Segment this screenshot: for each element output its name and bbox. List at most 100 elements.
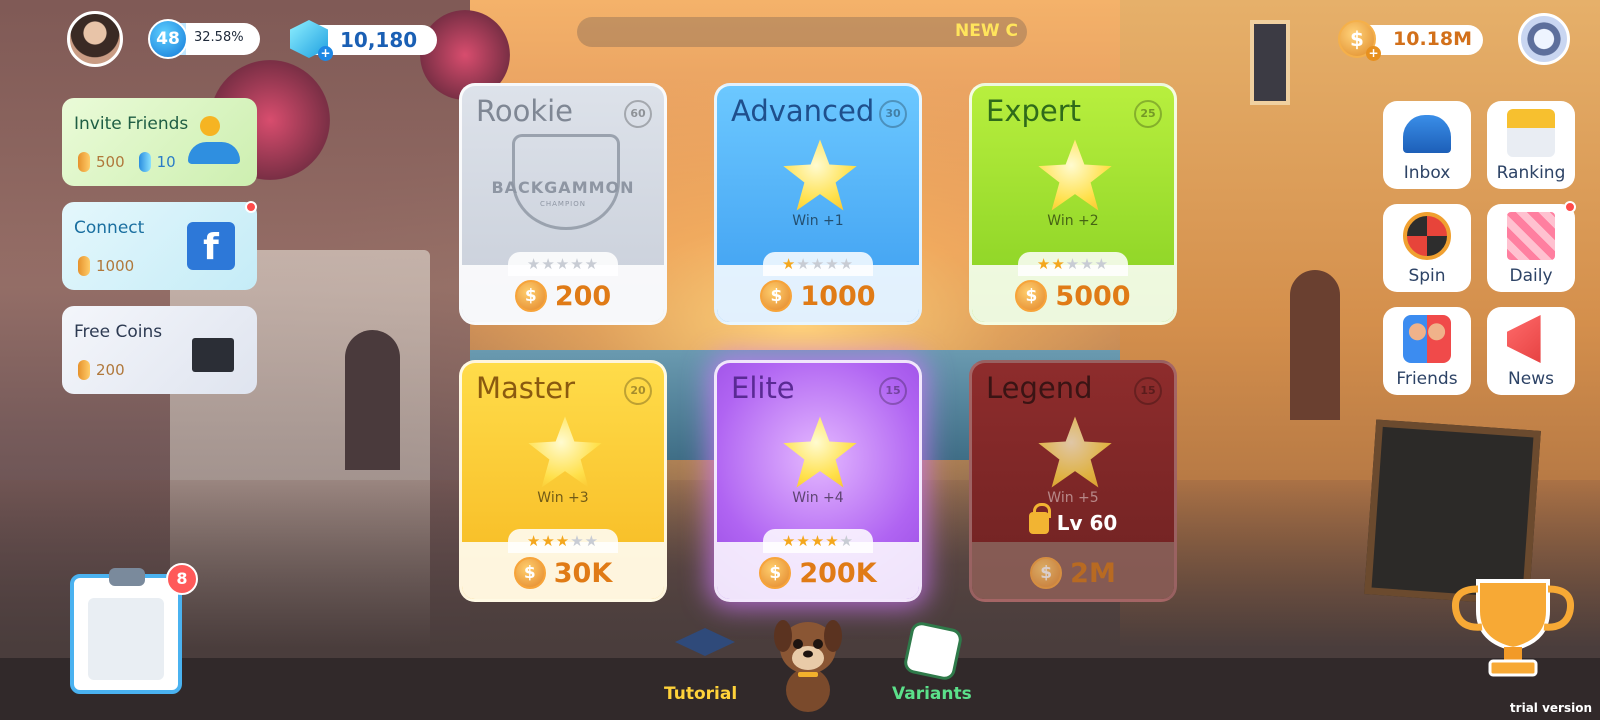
star-filled-icon: ★ — [796, 532, 811, 550]
spin-label: Spin — [1408, 266, 1446, 286]
star-filled-icon: ★ — [541, 532, 556, 550]
invite-rewards: 500 10 — [78, 152, 176, 172]
entry-fee-amount: 2M — [1070, 557, 1116, 589]
tasks-count-badge: 8 — [166, 563, 198, 595]
coin-icon — [78, 360, 90, 380]
coin-icon: $ — [514, 280, 547, 312]
variants-button[interactable]: Variants — [892, 684, 972, 704]
add-gems-icon[interactable]: + — [318, 46, 333, 61]
star-empty-icon: ★ — [526, 255, 542, 273]
star-filled-icon: ★ — [555, 532, 571, 550]
star-filled-icon: ★ — [526, 532, 542, 550]
inbox-button[interactable]: Inbox — [1383, 101, 1471, 189]
room-title: Elite — [731, 371, 795, 405]
star-empty-icon: ★ — [584, 255, 600, 273]
mailbox-icon — [1403, 115, 1451, 153]
room-card-expert[interactable]: Expert 25 Win +2 ★★★★★ $5000 — [969, 83, 1177, 325]
star-empty-icon: ★ — [570, 532, 585, 550]
star-empty-icon: ★ — [1080, 255, 1095, 273]
room-title: Expert — [986, 94, 1082, 128]
room-title: Advanced — [731, 94, 875, 128]
difficulty-stars: ★★★★★ — [763, 252, 873, 276]
entry-fee-amount: 5000 — [1055, 280, 1131, 312]
news-ticker-text: NEW C — [955, 21, 1018, 41]
daily-button[interactable]: Daily — [1487, 204, 1575, 292]
coin-icon — [78, 152, 90, 172]
dog-mascot[interactable] — [771, 610, 845, 714]
spin-button[interactable]: Spin — [1383, 204, 1471, 292]
dice-icon[interactable] — [905, 623, 961, 679]
entry-fee-amount: 200 — [554, 280, 612, 312]
entry-fee: $200K — [717, 557, 919, 589]
trophy-icon[interactable] — [1446, 575, 1580, 685]
star-empty-icon: ★ — [810, 255, 826, 273]
friends-label: Friends — [1396, 369, 1458, 389]
facebook-icon: f — [187, 222, 235, 270]
left-door — [345, 330, 400, 470]
tasks-clipboard-button[interactable] — [70, 568, 182, 694]
star-icon — [1038, 139, 1112, 211]
entry-fee: $1000 — [717, 280, 919, 312]
free-coins-panel[interactable]: Free Coins 200 — [62, 306, 257, 394]
entry-fee: $30K — [462, 557, 664, 589]
win-reward: Win +3 — [537, 490, 589, 506]
lock-level: Lv 60 — [1056, 511, 1118, 535]
video-clapper-icon — [192, 338, 234, 372]
friends-button[interactable]: Friends — [1383, 307, 1471, 395]
coin-amount: 10.18M — [1393, 28, 1473, 50]
gift-box-icon — [1507, 212, 1555, 260]
ranking-label: Ranking — [1496, 163, 1566, 183]
lock-icon — [1028, 503, 1051, 534]
invite-coin-reward: 500 — [96, 153, 125, 171]
entry-fee-amount: 1000 — [800, 280, 876, 312]
spin-wheel-icon — [1403, 212, 1451, 260]
connect-rewards: 1000 — [78, 256, 134, 276]
room-card-master[interactable]: Master 20 Win +3 ★★★★★ $30K — [459, 360, 667, 602]
free-coins-rewards: 200 — [78, 360, 125, 380]
right-window — [1250, 20, 1290, 105]
star-filled-icon: ★ — [825, 532, 840, 550]
tutorial-button[interactable]: Tutorial — [664, 684, 737, 704]
star-icon — [783, 139, 857, 211]
win-reward: Win +1 — [792, 213, 844, 229]
star-filled-icon: ★ — [781, 255, 797, 273]
room-card-elite[interactable]: Elite 15 Win +4 ★★★★★ $200K — [714, 360, 922, 602]
entry-fee-amount: 200K — [799, 557, 877, 589]
star-empty-icon: ★ — [541, 255, 556, 273]
free-coins-reward: 200 — [96, 361, 125, 379]
backgammon-logo-text: BACKGAMMON — [491, 178, 635, 197]
difficulty-stars: ★★★★★ — [508, 529, 618, 553]
room-timer: 25 — [1134, 100, 1162, 128]
add-coins-icon[interactable]: + — [1366, 46, 1381, 61]
difficulty-stars: ★★★★★ — [508, 252, 618, 276]
room-timer: 15 — [1134, 377, 1162, 405]
xp-bar[interactable]: 48 32.58% — [148, 19, 260, 59]
star-empty-icon: ★ — [584, 532, 600, 550]
star-empty-icon: ★ — [796, 255, 811, 273]
right-door — [1290, 270, 1340, 420]
room-title: Legend — [986, 371, 1093, 405]
win-reward: Win +2 — [1047, 213, 1099, 229]
news-button[interactable]: News — [1487, 307, 1575, 395]
connect-coin-reward: 1000 — [96, 257, 135, 275]
room-card-rookie[interactable]: Rookie 60 BACKGAMMON CHAMPION ★★★★★ $200 — [459, 83, 667, 325]
coin-icon — [200, 116, 220, 136]
invite-friends-panel[interactable]: Invite Friends 500 10 — [62, 98, 257, 186]
settings-gear-icon[interactable] — [1518, 13, 1570, 65]
coin-icon — [78, 256, 90, 276]
backgammon-logo-sub: CHAMPION — [539, 200, 586, 208]
room-card-legend[interactable]: Legend 15 Win +5 Lv 60 $2M — [969, 360, 1177, 602]
ranking-button[interactable]: Ranking — [1487, 101, 1575, 189]
clipboard-clip-icon — [109, 568, 145, 586]
connect-facebook-panel[interactable]: Connect f 1000 — [62, 202, 257, 290]
coin-icon: $ — [1030, 557, 1063, 589]
inbox-label: Inbox — [1403, 163, 1451, 183]
avatar[interactable] — [67, 11, 123, 67]
room-card-advanced[interactable]: Advanced 30 Win +1 ★★★★★ $1000 — [714, 83, 922, 325]
difficulty-stars: ★★★★★ — [763, 529, 873, 553]
room-timer: 30 — [879, 100, 907, 128]
star-icon — [783, 416, 857, 488]
trophy-podium-icon — [1507, 109, 1555, 157]
room-timer: 60 — [624, 100, 652, 128]
room-title: Master — [476, 371, 576, 405]
